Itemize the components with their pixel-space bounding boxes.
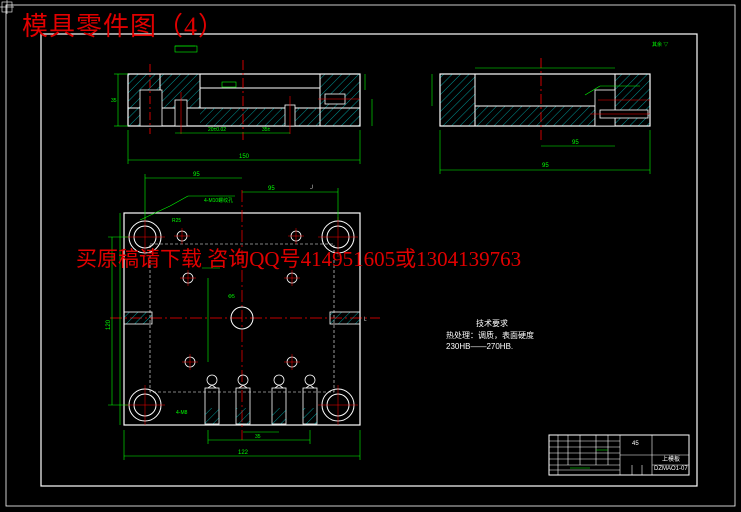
- svg-text:35: 35: [255, 434, 261, 440]
- svg-text:R25: R25: [172, 218, 181, 224]
- watermark-banner: 买原稿请下载 咨询QQ号414951605或1304139763: [76, 247, 522, 271]
- svg-text:┘: ┘: [310, 184, 314, 192]
- tech-requirements-line1: 热处理：调质，表面硬度: [446, 331, 534, 340]
- svg-text:4-M10螺纹孔: 4-M10螺纹孔: [204, 197, 233, 204]
- plan-side-dimension: 120: [106, 319, 112, 330]
- title-block-drawing-no: DZMAO1-07: [654, 466, 688, 472]
- svg-text:└: └: [362, 316, 367, 324]
- title-block-material: 45: [632, 441, 639, 447]
- plan-view: 95 95 122 35 120 4-M10螺纹孔 Φ5 R25 4-M8 ┘ …: [106, 172, 380, 460]
- svg-text:其余 ▽: 其余 ▽: [652, 41, 668, 48]
- svg-text:4-M8: 4-M8: [176, 410, 188, 416]
- svg-text:20±0.02: 20±0.02: [208, 127, 226, 133]
- title-block-part-name: 上模板: [662, 457, 681, 463]
- plan-bottom-dimension: 122: [238, 450, 249, 456]
- svg-text:95: 95: [542, 163, 549, 169]
- svg-text:35: 35: [111, 98, 117, 104]
- svg-text:Φ5: Φ5: [228, 294, 235, 300]
- side-dimension: 95: [572, 140, 579, 146]
- svg-text:95: 95: [193, 172, 200, 178]
- svg-text:35±: 35±: [262, 127, 271, 133]
- svg-text:95: 95: [268, 186, 275, 192]
- side-section-view: 95 95 其余 ▽: [431, 41, 668, 174]
- watermark-title: 模具零件图（4）: [22, 12, 226, 41]
- crosshair-icon: [0, 0, 14, 14]
- tech-requirements-heading: 技术要求: [476, 319, 508, 328]
- tech-requirements-line2: 230HB——270HB.: [446, 342, 514, 351]
- front-overall-dimension: 150: [239, 154, 250, 160]
- front-section-view: 150 35 20±0.02 35±: [111, 45, 373, 164]
